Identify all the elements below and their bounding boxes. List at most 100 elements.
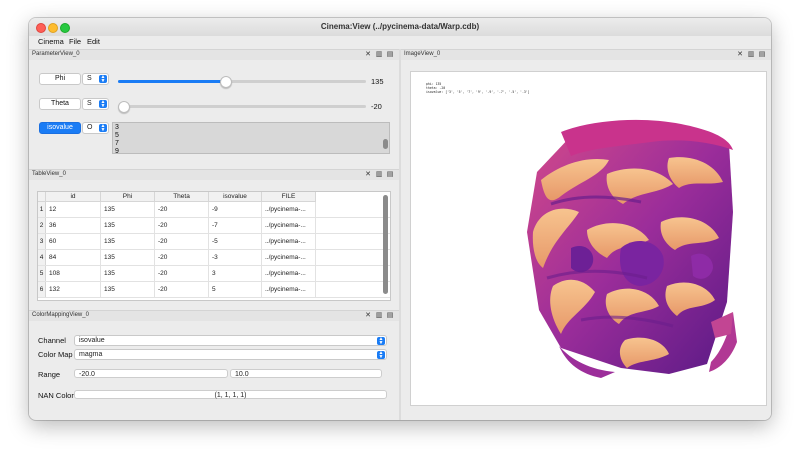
menu-edit[interactable]: Edit (87, 37, 100, 46)
parameter-view-titlebar: ParameterView_0 ✕ ▥ ▤ (29, 49, 399, 60)
channel-select[interactable]: isovalue ▲ ▼ (74, 335, 387, 346)
split-horizontal-icon[interactable]: ▥ (375, 171, 383, 179)
column-header-file[interactable]: FILE (262, 192, 316, 202)
updown-arrows-icon: ▲ ▼ (99, 123, 107, 133)
cell-theta: -20 (155, 250, 209, 265)
table-scrollbar[interactable] (383, 195, 388, 294)
row-number: 6 (38, 282, 46, 297)
table-view-titlebar: TableView_0 ✕ ▥ ▤ (29, 169, 399, 180)
channel-value: isovalue (79, 337, 105, 344)
listbox-scrollbar[interactable] (383, 139, 388, 149)
param-theta-mode-select[interactable]: S ▲ ▼ (82, 98, 109, 110)
close-icon[interactable]: ✕ (736, 51, 744, 59)
cell-file: ../pycinema-... (262, 250, 316, 265)
cell-file: ../pycinema-... (262, 202, 316, 217)
cell-phi: 135 (101, 266, 155, 281)
param-theta-slider-track[interactable] (118, 105, 366, 108)
cell-id: 132 (46, 282, 101, 297)
image-view-title: ImageView_0 (404, 51, 441, 57)
cell-isovalue: -7 (209, 218, 262, 233)
table-view-panel: id Phi Theta isovalue FILE 1 12 135 -20 … (29, 180, 399, 302)
table-row[interactable]: 6 132 135 -20 5 ../pycinema-... (38, 282, 390, 298)
cell-file: ../pycinema-... (262, 218, 316, 233)
cell-isovalue: -9 (209, 202, 262, 217)
updown-arrows-icon: ▲ ▼ (99, 74, 107, 84)
range-max-input[interactable]: 10.0 (230, 369, 382, 378)
list-item[interactable]: 3 (115, 124, 119, 131)
close-icon[interactable]: ✕ (364, 51, 372, 59)
column-header-theta[interactable]: Theta (155, 192, 209, 202)
list-item[interactable]: 5 (115, 132, 119, 139)
nan-color-button[interactable]: (1, 1, 1, 1) (74, 390, 387, 399)
param-isovalue-listbox[interactable]: 3 5 7 9 (112, 122, 390, 154)
param-theta-mode: S (87, 100, 92, 107)
split-horizontal-icon[interactable]: ▥ (375, 312, 383, 320)
param-phi-button[interactable]: Phi (39, 73, 81, 85)
channel-label: Channel (38, 336, 66, 345)
cell-theta: -20 (155, 218, 209, 233)
table-row[interactable]: 2 36 135 -20 -7 ../pycinema-... (38, 218, 390, 234)
cell-theta: -20 (155, 282, 209, 297)
close-icon[interactable]: ✕ (364, 312, 372, 320)
table-row[interactable]: 5 108 135 -20 3 ../pycinema-... (38, 266, 390, 282)
cell-id: 36 (46, 218, 101, 233)
cell-file: ../pycinema-... (262, 282, 316, 297)
list-item[interactable]: 9 (115, 148, 119, 153)
cell-theta: -20 (155, 266, 209, 281)
split-vertical-icon[interactable]: ▤ (386, 51, 394, 59)
cell-file: ../pycinema-... (262, 234, 316, 249)
list-item[interactable]: 7 (115, 140, 119, 147)
cell-theta: -20 (155, 202, 209, 217)
row-number: 4 (38, 250, 46, 265)
image-view-panel: phi: 135 theta: -20 isovalue: ['3', '5',… (401, 60, 771, 420)
render-canvas[interactable]: phi: 135 theta: -20 isovalue: ['3', '5',… (410, 71, 767, 406)
table-row[interactable]: 3 60 135 -20 -5 ../pycinema-... (38, 234, 390, 250)
param-theta-slider-handle[interactable] (118, 101, 130, 113)
split-vertical-icon[interactable]: ▤ (758, 51, 766, 59)
cell-isovalue: 5 (209, 282, 262, 297)
param-phi-mode-select[interactable]: S ▲ ▼ (82, 73, 109, 85)
data-table: id Phi Theta isovalue FILE 1 12 135 -20 … (37, 191, 391, 301)
cell-phi: 135 (101, 282, 155, 297)
colormap-select[interactable]: magma ▲ ▼ (74, 349, 387, 360)
param-isovalue-mode: O (87, 124, 93, 131)
column-header-isovalue[interactable]: isovalue (209, 192, 262, 202)
cell-isovalue: 3 (209, 266, 262, 281)
cell-phi: 135 (101, 234, 155, 249)
image-view-titlebar: ImageView_0 ✕ ▥ ▤ (401, 49, 771, 60)
split-vertical-icon[interactable]: ▤ (386, 312, 394, 320)
range-min-value: -20.0 (79, 371, 95, 378)
split-horizontal-icon[interactable]: ▥ (747, 51, 755, 59)
colormapping-view-panel: Channel isovalue ▲ ▼ Color Map magma ▲ ▼ R… (29, 321, 399, 416)
param-phi-slider-handle[interactable] (219, 76, 232, 88)
cell-id: 60 (46, 234, 101, 249)
parameter-view-title: ParameterView_0 (32, 51, 80, 57)
close-icon[interactable]: ✕ (364, 171, 372, 179)
column-header-phi[interactable]: Phi (101, 192, 155, 202)
app-window: Cinema:View (../pycinema-data/Warp.cdb) … (29, 18, 771, 420)
title-bar: Cinema:View (../pycinema-data/Warp.cdb) (29, 18, 771, 37)
row-number: 1 (38, 202, 46, 217)
row-number: 2 (38, 218, 46, 233)
menu-cinema[interactable]: Cinema (38, 37, 64, 46)
cell-isovalue: -5 (209, 234, 262, 249)
table-row[interactable]: 4 84 135 -20 -3 ../pycinema-... (38, 250, 390, 266)
updown-arrows-icon: ▲ ▼ (377, 335, 385, 346)
cell-id: 12 (46, 202, 101, 217)
colormap-label: Color Map (38, 350, 73, 359)
split-horizontal-icon[interactable]: ▥ (375, 51, 383, 59)
table-view-title: TableView_0 (32, 171, 66, 177)
param-isovalue-button[interactable]: isovalue (39, 122, 81, 134)
cell-file: ../pycinema-... (262, 266, 316, 281)
split-vertical-icon[interactable]: ▤ (386, 171, 394, 179)
window-title: Cinema:View (../pycinema-data/Warp.cdb) (320, 22, 480, 31)
menu-bar: Cinema File Edit (29, 36, 771, 48)
column-header-id[interactable]: id (46, 192, 101, 202)
param-theta-button[interactable]: Theta (39, 98, 81, 110)
table-row[interactable]: 1 12 135 -20 -9 ../pycinema-... (38, 202, 390, 218)
menu-file[interactable]: File (69, 37, 81, 46)
param-isovalue-mode-select[interactable]: O ▲ ▼ (82, 122, 109, 134)
param-phi-mode: S (87, 75, 92, 82)
range-min-input[interactable]: -20.0 (74, 369, 228, 378)
cell-theta: -20 (155, 234, 209, 249)
